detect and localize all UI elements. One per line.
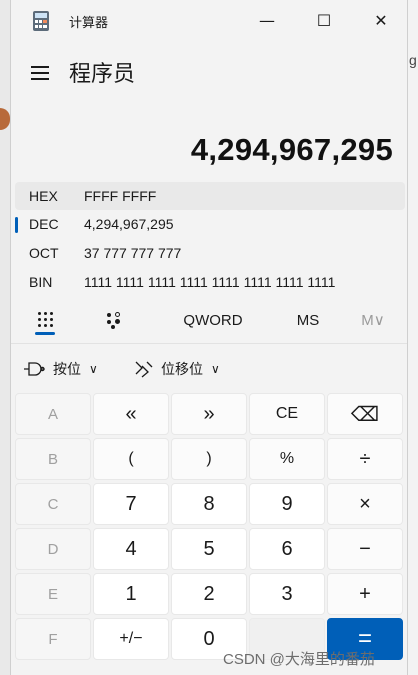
minimize-button[interactable]: — (239, 0, 295, 40)
key-left-shift[interactable]: « (93, 393, 169, 435)
key-percent[interactable]: % (249, 438, 325, 480)
key-f[interactable]: F (15, 618, 91, 660)
memory-view-button[interactable]: M∨ (351, 304, 395, 336)
radix-label: OCT (29, 245, 59, 261)
background-window-right (408, 0, 418, 675)
bit-toggle-keypad-button[interactable] (99, 304, 129, 336)
toolbar-divider (11, 343, 407, 344)
bit-shift-icon (135, 361, 153, 378)
key-b[interactable]: B (15, 438, 91, 480)
key-minus[interactable]: − (327, 528, 403, 570)
bitwise-dropdown[interactable]: 按位 ∨ (23, 356, 98, 382)
key-d[interactable]: D (15, 528, 91, 570)
radix-label: DEC (29, 216, 59, 232)
key-5[interactable]: 5 (171, 528, 247, 570)
key-6[interactable]: 6 (249, 528, 325, 570)
bitwise-label: 按位 (53, 362, 81, 378)
key-right-paren[interactable]: ) (171, 438, 247, 480)
key-e[interactable]: E (15, 573, 91, 615)
hamburger-menu-icon[interactable] (23, 56, 57, 90)
key-right-shift[interactable]: » (171, 393, 247, 435)
radix-row-dec[interactable]: DEC 4,294,967,295 (15, 210, 405, 238)
radix-value: 1111 1111 1111 1111 1111 1111 1111 1111 (84, 274, 336, 290)
background-window-left (0, 0, 10, 675)
radix-row-hex[interactable]: HEX FFFF FFFF (15, 182, 405, 210)
key-divide[interactable]: ÷ (327, 438, 403, 480)
key-a[interactable]: A (15, 393, 91, 435)
result-display: 4,294,967,295 (190, 132, 393, 167)
selected-radix-indicator (15, 217, 18, 233)
watermark-text: CSDN @大海里的番茄 (223, 651, 375, 668)
radix-row-bin[interactable]: BIN 1111 1111 1111 1111 1111 1111 1111 1… (15, 268, 405, 296)
backspace-icon[interactable]: ⌫ (327, 393, 403, 435)
key-4[interactable]: 4 (93, 528, 169, 570)
radix-value: FFFF FFFF (84, 188, 157, 204)
radix-value: 37 777 777 777 (84, 245, 182, 261)
key-c[interactable]: C (15, 483, 91, 525)
key-9[interactable]: 9 (249, 483, 325, 525)
title-bar[interactable]: 计算器 — ☐ ✕ (11, 0, 407, 42)
radix-label: HEX (29, 188, 58, 204)
clear-entry-button[interactable]: CE (249, 393, 325, 435)
key-negate[interactable]: +/− (93, 618, 169, 660)
logic-gate-icon (24, 362, 45, 376)
chevron-down-icon: ∨ (89, 362, 98, 376)
active-tab-indicator (35, 332, 55, 335)
calculator-window: 计算器 — ☐ ✕ 程序员 4,294,967,295 HEX FFFF FFF… (10, 0, 408, 675)
key-2[interactable]: 2 (171, 573, 247, 615)
key-3[interactable]: 3 (249, 573, 325, 615)
mode-title: 程序员 (69, 62, 136, 87)
key-left-paren[interactable]: ( (93, 438, 169, 480)
background-text: g (409, 52, 417, 68)
key-8[interactable]: 8 (171, 483, 247, 525)
bit-shift-label: 位移位 (161, 362, 203, 378)
chevron-down-icon: ∨ (211, 362, 220, 376)
radix-value: 4,294,967,295 (84, 216, 174, 232)
app-title: 计算器 (69, 16, 109, 31)
keypad-grid-icon (38, 312, 54, 328)
radix-row-oct[interactable]: OCT 37 777 777 777 (15, 239, 405, 267)
radix-label: BIN (29, 274, 53, 290)
close-button[interactable]: ✕ (353, 0, 407, 40)
calculator-app-icon (33, 11, 49, 31)
bit-dots-icon (106, 312, 122, 329)
bit-shift-dropdown[interactable]: 位移位 ∨ (133, 356, 220, 382)
word-size-button[interactable]: QWORD (171, 304, 255, 336)
key-plus[interactable]: + (327, 573, 403, 615)
key-7[interactable]: 7 (93, 483, 169, 525)
maximize-button[interactable]: ☐ (296, 0, 352, 40)
memory-store-button[interactable]: MS (283, 304, 333, 336)
key-1[interactable]: 1 (93, 573, 169, 615)
key-multiply[interactable]: × (327, 483, 403, 525)
